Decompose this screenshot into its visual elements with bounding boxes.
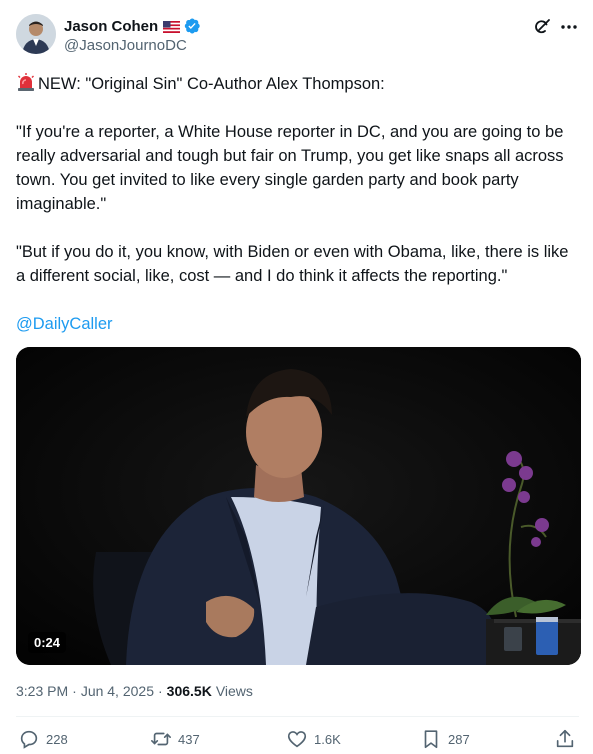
flag-us-icon — [163, 20, 181, 33]
share-button[interactable] — [554, 728, 582, 750]
repost-icon — [151, 732, 171, 746]
share-icon — [556, 729, 574, 748]
tweet-headline: NEW: "Original Sin" Co-Author Alex Thomp… — [38, 75, 385, 93]
views-label: Views — [215, 683, 253, 699]
reply-icon — [20, 730, 38, 749]
repost-count: 437 — [178, 731, 200, 747]
tweet-date[interactable]: Jun 4, 2025 — [81, 683, 154, 699]
handle[interactable]: @JasonJournoDC — [64, 37, 201, 54]
bookmark-icon — [424, 730, 438, 749]
reply-button[interactable]: 228 — [18, 728, 68, 750]
action-bar: 228 437 1.6K 287 — [16, 728, 579, 754]
mention-link[interactable]: @DailyCaller — [16, 312, 576, 336]
divider — [16, 716, 579, 717]
tweet-time[interactable]: 3:23 PM — [16, 683, 68, 699]
tweet-paragraph-3: "But if you do it, you know, with Biden … — [16, 243, 574, 285]
bookmark-count: 287 — [448, 731, 470, 747]
views-count: 306.5K — [166, 683, 212, 699]
like-button[interactable]: 1.6K — [286, 728, 341, 750]
bookmark-button[interactable]: 287 — [420, 728, 470, 750]
meta-separator: · — [72, 683, 77, 699]
tweet-meta: 3:23 PM · Jun 4, 2025 · 306.5K Views — [16, 683, 253, 699]
like-count: 1.6K — [314, 731, 341, 747]
reply-count: 228 — [46, 731, 68, 747]
video-duration-badge: 0:24 — [28, 632, 67, 653]
more-icon[interactable] — [559, 18, 579, 36]
verified-badge-icon[interactable] — [183, 17, 201, 35]
display-name[interactable]: Jason Cohen — [64, 18, 158, 35]
grok-icon[interactable] — [533, 18, 551, 36]
video-player[interactable]: 0:24 — [16, 347, 581, 665]
tweet-paragraph-1: NEW: "Original Sin" Co-Author Alex Thomp… — [16, 72, 576, 96]
tweet-text: NEW: "Original Sin" Co-Author Alex Thomp… — [16, 72, 576, 360]
video-frame — [16, 347, 581, 665]
alert-light-icon — [16, 72, 36, 92]
meta-separator: · — [157, 683, 163, 699]
tweet-paragraph-2: "If you're a reporter, a White House rep… — [16, 123, 569, 213]
avatar[interactable] — [16, 14, 56, 54]
tweet-header: Jason Cohen @JasonJournoDC — [16, 12, 579, 60]
repost-button[interactable]: 437 — [150, 728, 200, 750]
like-icon — [287, 731, 307, 748]
